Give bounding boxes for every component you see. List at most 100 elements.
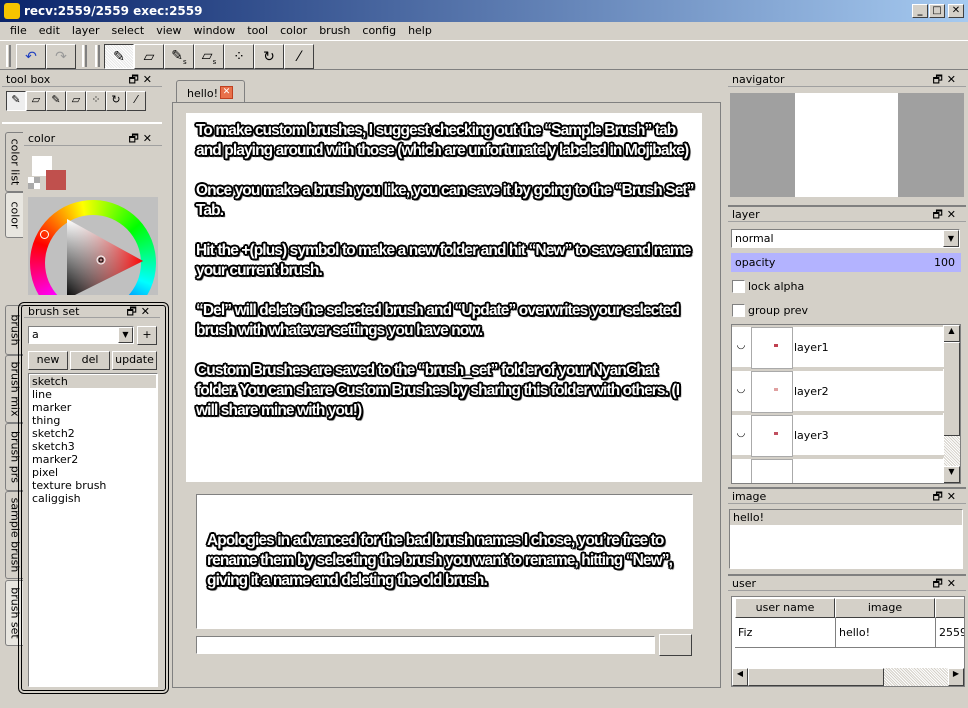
close-button[interactable]: ✕ xyxy=(948,4,964,18)
tab-color-list[interactable]: color list xyxy=(5,132,23,192)
blend-mode-select[interactable]: normal ▼ xyxy=(731,229,960,248)
navigator-preview[interactable] xyxy=(730,93,964,197)
tab-hello[interactable]: hello! ✕ xyxy=(176,80,245,103)
layer-name: layer2 xyxy=(794,385,829,398)
menu-layer[interactable]: layer xyxy=(66,22,106,40)
panel-float-close-icons[interactable]: 🗗✕ xyxy=(932,489,960,504)
brush-list-item[interactable]: sketch3 xyxy=(30,440,156,453)
brush-list-item[interactable]: marker xyxy=(30,401,156,414)
minimize-button[interactable]: _ xyxy=(912,4,928,18)
scroll-down-icon[interactable]: ▼ xyxy=(943,466,960,483)
paw-tool-button[interactable]: ⁘ xyxy=(224,44,254,69)
brush-list[interactable]: sketch line marker thing sketch2 sketch3 marke… xyxy=(28,373,158,687)
transparent-swatch[interactable] xyxy=(28,177,40,189)
scrollbar-thumb[interactable] xyxy=(943,342,960,436)
brush-list-item[interactable]: sketch xyxy=(30,375,156,388)
eyedropper-tool-button[interactable]: ⁄ xyxy=(284,44,314,69)
toolbar-grip[interactable] xyxy=(82,45,87,67)
visibility-eye-icon[interactable]: ◡ xyxy=(733,340,749,354)
chevron-down-icon[interactable]: ▼ xyxy=(118,327,133,343)
delete-brush-button[interactable]: del xyxy=(70,351,110,370)
image-list[interactable]: hello! xyxy=(729,509,963,569)
menu-edit[interactable]: edit xyxy=(33,22,66,40)
opacity-slider[interactable]: opacity 100 xyxy=(731,253,961,272)
brush-list-item[interactable]: caliggish xyxy=(30,492,156,505)
pen-tool-button[interactable]: ✎ xyxy=(104,44,134,69)
tab-color[interactable]: color xyxy=(5,192,23,238)
add-folder-button[interactable]: + xyxy=(137,326,157,345)
menu-brush[interactable]: brush xyxy=(313,22,356,40)
brush-list-item[interactable]: marker2 xyxy=(30,453,156,466)
panel-float-close-icons[interactable]: 🗗✕ xyxy=(932,576,960,591)
layer-row[interactable]: ◡ layer2 xyxy=(732,371,944,413)
new-brush-button[interactable]: new xyxy=(28,351,68,370)
chat-input[interactable] xyxy=(196,636,655,654)
lock-alpha-checkbox[interactable] xyxy=(732,280,745,293)
drawing-canvas[interactable]: To make custom brushes, I suggest checki… xyxy=(186,113,702,482)
layer-row[interactable]: ◡ layer1 xyxy=(732,327,944,369)
scroll-left-icon[interactable]: ◀ xyxy=(732,668,748,686)
brush-folder-select[interactable]: a ▼ xyxy=(28,326,134,344)
column-user-name[interactable]: user name xyxy=(735,598,835,618)
background-color-swatch[interactable] xyxy=(46,170,66,190)
menu-view[interactable]: view xyxy=(150,22,187,40)
image-panel: image 🗗✕ hello! xyxy=(728,487,966,571)
layer-row[interactable] xyxy=(732,459,944,483)
menu-config[interactable]: config xyxy=(356,22,402,40)
redo-button[interactable]: ↷ xyxy=(46,44,76,69)
close-tab-icon[interactable]: ✕ xyxy=(220,86,233,99)
menu-color[interactable]: color xyxy=(274,22,313,40)
menu-window[interactable]: window xyxy=(188,22,242,40)
user-row[interactable]: Fiz hello! 2559 xyxy=(735,618,964,648)
menu-file[interactable]: file xyxy=(4,22,33,40)
update-brush-button[interactable]: update xyxy=(112,351,157,370)
send-button[interactable] xyxy=(659,634,692,656)
scroll-up-icon[interactable]: ▲ xyxy=(943,325,960,342)
brush-list-item[interactable]: line xyxy=(30,388,156,401)
layer-thumbnail xyxy=(751,371,793,413)
toolbar-grip[interactable] xyxy=(6,45,11,67)
chevron-down-icon[interactable]: ▼ xyxy=(943,230,959,247)
scrollbar-thumb[interactable] xyxy=(748,668,884,686)
menu-help[interactable]: help xyxy=(402,22,438,40)
toolbox-eraser-s[interactable]: ▱ xyxy=(66,91,86,111)
undo-button[interactable]: ↶ xyxy=(16,44,46,69)
saturation-triangle[interactable] xyxy=(64,219,158,295)
horizontal-scrollbar[interactable]: ◀ ▶ xyxy=(732,668,964,686)
layer-row[interactable]: ◡ layer3 xyxy=(732,415,944,457)
hue-marker[interactable] xyxy=(40,230,49,239)
group-prev-checkbox[interactable] xyxy=(732,304,745,317)
maximize-button[interactable]: □ xyxy=(929,4,945,18)
layer-list[interactable]: ▲ ▼ ◡ layer1 ◡ layer2 ◡ layer3 xyxy=(731,324,961,484)
toolbox-eraser[interactable]: ▱ xyxy=(26,91,46,111)
navigator-title: navigator xyxy=(732,73,785,86)
rotate-tool-button[interactable]: ↻ xyxy=(254,44,284,69)
scroll-right-icon[interactable]: ▶ xyxy=(948,668,964,686)
brush-list-item[interactable]: texture brush xyxy=(30,479,156,492)
brush-list-item[interactable]: thing xyxy=(30,414,156,427)
visibility-eye-icon[interactable]: ◡ xyxy=(733,428,749,442)
brush-list-item[interactable]: sketch2 xyxy=(30,427,156,440)
menu-tool[interactable]: tool xyxy=(241,22,274,40)
navigator-viewport[interactable] xyxy=(795,93,898,197)
eraser-s-tool-button[interactable]: ▱s xyxy=(194,44,224,69)
toolbox-rotate[interactable]: ↻ xyxy=(106,91,126,111)
panel-float-close-icons[interactable]: 🗗✕ xyxy=(128,72,156,87)
panel-float-close-icons[interactable]: 🗗✕ xyxy=(932,207,960,222)
visibility-eye-icon[interactable]: ◡ xyxy=(733,384,749,398)
panel-float-close-icons[interactable]: 🗗✕ xyxy=(128,131,156,146)
toolbox-pen[interactable]: ✎ xyxy=(6,91,26,111)
toolbox-eyedropper[interactable]: ⁄ xyxy=(126,91,146,111)
menu-select[interactable]: select xyxy=(106,22,151,40)
eraser-tool-button[interactable]: ▱ xyxy=(134,44,164,69)
column-image[interactable]: image xyxy=(835,598,935,618)
color-wheel[interactable] xyxy=(28,197,158,295)
panel-float-close-icons[interactable]: 🗗✕ xyxy=(932,72,960,87)
toolbox-paw[interactable]: ⁘ xyxy=(86,91,106,111)
pen-s-tool-button[interactable]: ✎s xyxy=(164,44,194,69)
panel-float-close-icons[interactable]: 🗗✕ xyxy=(126,306,154,318)
image-list-item[interactable]: hello! xyxy=(730,510,962,525)
toolbox-pen-s[interactable]: ✎ xyxy=(46,91,66,111)
brush-list-item[interactable]: pixel xyxy=(30,466,156,479)
toolbar-grip[interactable] xyxy=(95,45,100,67)
